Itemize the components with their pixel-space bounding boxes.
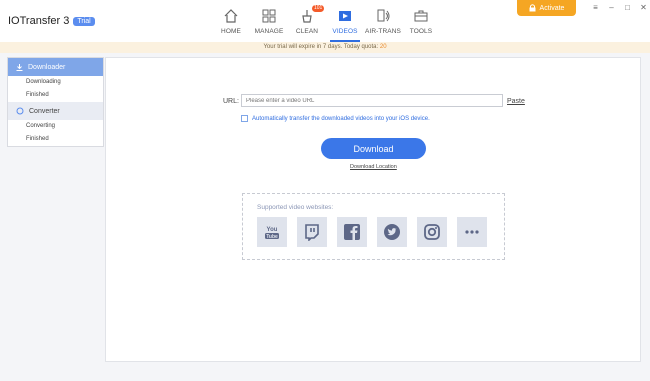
download-location-link[interactable]: Download Location bbox=[350, 164, 397, 170]
activate-label: Activate bbox=[539, 4, 565, 12]
svg-text:Tube: Tube bbox=[266, 234, 278, 240]
close-icon[interactable]: ✕ bbox=[640, 3, 647, 12]
paste-link[interactable]: Paste bbox=[507, 98, 525, 105]
youtube-icon: You Tube bbox=[257, 217, 287, 247]
sidebar-item-converting[interactable]: Converting bbox=[8, 120, 103, 133]
nav-tools[interactable]: TOOLS bbox=[402, 8, 440, 40]
nav-videos[interactable]: VIDEOS bbox=[326, 8, 364, 42]
air-trans-icon bbox=[377, 9, 390, 22]
converter-icon bbox=[16, 107, 24, 115]
download-button[interactable]: Download bbox=[321, 138, 426, 159]
minimize-icon[interactable]: – bbox=[608, 3, 615, 12]
main-panel: URL: Paste Automatically transfer the do… bbox=[105, 57, 641, 362]
supported-websites-list: You Tube bbox=[257, 217, 487, 247]
main-nav: HOME MANAGE 101 CLEAN VIDEOS AIR-TRANS T… bbox=[212, 5, 440, 42]
instagram-icon bbox=[417, 217, 447, 247]
sidebar: Downloader Downloading Finished Converte… bbox=[7, 57, 104, 147]
more-icon[interactable] bbox=[457, 217, 487, 247]
url-input[interactable] bbox=[241, 94, 503, 107]
auto-transfer-checkbox[interactable] bbox=[241, 115, 248, 122]
url-label: URL: bbox=[223, 98, 239, 105]
sidebar-item-downloading[interactable]: Downloading bbox=[8, 76, 103, 89]
nav-air-trans[interactable]: AIR-TRANS bbox=[364, 8, 402, 40]
twitter-icon bbox=[377, 217, 407, 247]
nav-home-label: HOME bbox=[221, 28, 241, 35]
app-title: IOTransfer 3 Trial bbox=[8, 15, 95, 27]
sidebar-item-finished-downloads[interactable]: Finished bbox=[8, 89, 103, 102]
home-icon bbox=[224, 9, 238, 23]
sidebar-downloader-label: Downloader bbox=[28, 63, 66, 71]
menu-icon[interactable]: ≡ bbox=[592, 3, 599, 12]
twitch-icon bbox=[297, 217, 327, 247]
app-name: IOTransfer 3 bbox=[8, 15, 70, 27]
nav-videos-label: VIDEOS bbox=[332, 28, 358, 35]
svg-text:You: You bbox=[267, 227, 278, 233]
clean-badge: 101 bbox=[312, 5, 325, 12]
window-controls: ≡ – □ ✕ bbox=[592, 3, 647, 12]
tools-icon bbox=[414, 10, 428, 22]
nav-home[interactable]: HOME bbox=[212, 8, 250, 40]
sidebar-converter-label: Converter bbox=[29, 107, 60, 115]
maximize-icon[interactable]: □ bbox=[624, 3, 631, 12]
supported-websites-title: Supported video websites: bbox=[257, 204, 334, 211]
download-icon bbox=[16, 63, 23, 71]
sidebar-item-downloader[interactable]: Downloader bbox=[8, 58, 103, 76]
activate-button[interactable]: Activate bbox=[517, 0, 576, 16]
auto-transfer-option[interactable]: Automatically transfer the downloaded vi… bbox=[241, 115, 430, 122]
trial-banner-text: Your trial will expire in 7 days. Today … bbox=[263, 44, 380, 50]
lock-icon bbox=[529, 4, 536, 12]
supported-websites-box: Supported video websites: You Tube bbox=[242, 193, 505, 260]
top-bar: IOTransfer 3 Trial HOME MANAGE 101 CLEAN… bbox=[0, 0, 650, 42]
trial-quota: 20 bbox=[379, 44, 387, 50]
nav-clean-label: CLEAN bbox=[295, 28, 319, 35]
nav-air-trans-label: AIR-TRANS bbox=[365, 28, 401, 35]
facebook-icon bbox=[337, 217, 367, 247]
trial-banner: Your trial will expire in 7 days. Today … bbox=[0, 42, 650, 53]
videos-icon bbox=[339, 11, 351, 21]
nav-manage[interactable]: MANAGE bbox=[250, 8, 288, 40]
sidebar-item-converter[interactable]: Converter bbox=[8, 102, 103, 120]
auto-transfer-label: Automatically transfer the downloaded vi… bbox=[252, 115, 430, 122]
trial-badge: Trial bbox=[73, 16, 95, 26]
nav-tools-label: TOOLS bbox=[409, 28, 433, 35]
manage-icon bbox=[262, 9, 276, 23]
sidebar-item-finished-conversions[interactable]: Finished bbox=[8, 133, 103, 146]
nav-manage-label: MANAGE bbox=[254, 28, 284, 35]
nav-clean[interactable]: 101 CLEAN bbox=[288, 5, 326, 40]
